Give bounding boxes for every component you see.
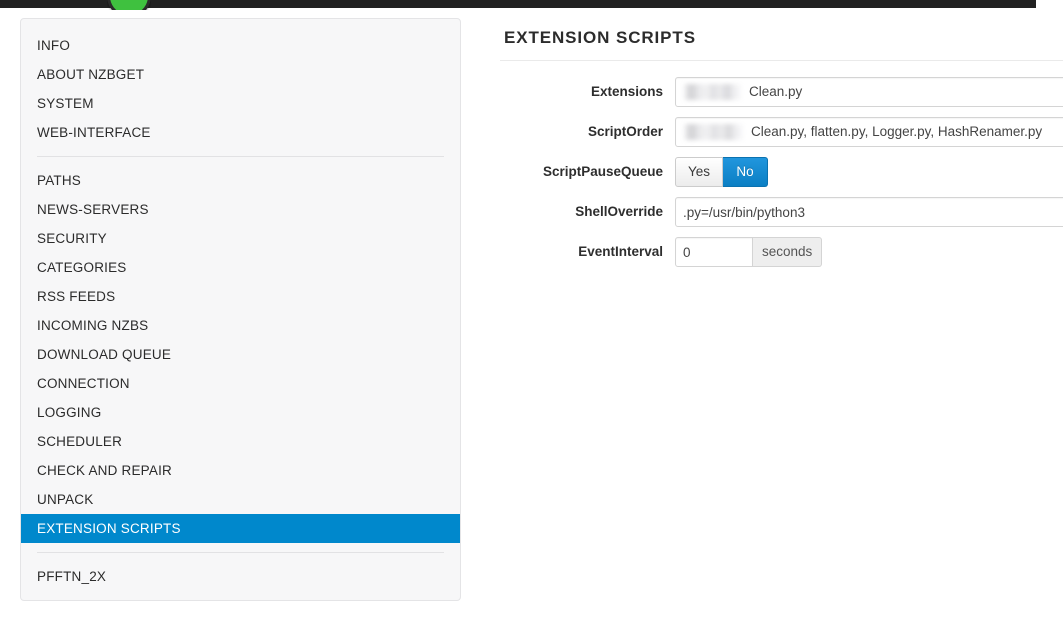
- sidebar-item-web-interface[interactable]: WEB-INTERFACE: [21, 118, 460, 147]
- extensions-input-value: Clean.py: [749, 84, 803, 99]
- script-order-input[interactable]: Clean.py, flatten.py, Logger.py, HashRen…: [675, 117, 1063, 147]
- sidebar-item-check-and-repair[interactable]: CHECK AND REPAIR: [21, 456, 460, 485]
- sidebar-link-pfftn-2x[interactable]: PFFTN_2X: [21, 562, 460, 591]
- sidebar-link-web-interface[interactable]: WEB-INTERFACE: [21, 118, 460, 147]
- shell-override-input[interactable]: [675, 197, 1063, 227]
- control-script-order: Clean.py, flatten.py, Logger.py, HashRen…: [675, 117, 1063, 147]
- label-extensions: Extensions: [590, 84, 663, 99]
- sidebar-item-unpack[interactable]: UNPACK: [21, 485, 460, 514]
- sidebar-link-connection[interactable]: CONNECTION: [21, 369, 460, 398]
- control-event-interval: seconds: [675, 237, 1063, 267]
- sidebar-link-rss-feeds[interactable]: RSS FEEDS: [21, 282, 460, 311]
- sidebar-link-incoming-nzbs[interactable]: INCOMING NZBS: [21, 311, 460, 340]
- sidebar-link-clean[interactable]: CLEAN: [21, 591, 460, 600]
- sidebar-item-logging[interactable]: LOGGING: [21, 398, 460, 427]
- sidebar-item-info[interactable]: INFO: [21, 31, 460, 60]
- sidebar-item-incoming-nzbs[interactable]: INCOMING NZBS: [21, 311, 460, 340]
- redacted-value-block: [683, 124, 745, 140]
- script-order-input-value: Clean.py, flatten.py, Logger.py, HashRen…: [751, 124, 1043, 139]
- settings-sidebar: INFO ABOUT NZBGET SYSTEM WEB-INTERFACE P…: [20, 18, 461, 601]
- sidebar-link-check-and-repair[interactable]: CHECK AND REPAIR: [21, 456, 460, 485]
- sidebar-link-unpack[interactable]: UNPACK: [21, 485, 460, 514]
- settings-page: INFO ABOUT NZBGET SYSTEM WEB-INTERFACE P…: [0, 0, 1063, 628]
- extensions-input[interactable]: Clean.py: [675, 77, 1063, 107]
- sidebar-item-scheduler[interactable]: SCHEDULER: [21, 427, 460, 456]
- sidebar-item-clean[interactable]: CLEAN: [21, 591, 460, 600]
- script-pause-queue-toggle: Yes No: [675, 157, 769, 187]
- sidebar-link-download-queue[interactable]: DOWNLOAD QUEUE: [21, 340, 460, 369]
- sidebar-link-paths[interactable]: PATHS: [21, 166, 460, 195]
- sidebar-link-extension-scripts[interactable]: EXTENSION SCRIPTS: [21, 514, 460, 543]
- sidebar-group-general: INFO ABOUT NZBGET SYSTEM WEB-INTERFACE P…: [21, 19, 460, 600]
- form-row-shell-override: ShellOverride: [500, 197, 1063, 227]
- label-script-order: ScriptOrder: [587, 124, 663, 139]
- control-shell-override: [675, 197, 1063, 227]
- sidebar-item-news-servers[interactable]: NEWS-SERVERS: [21, 195, 460, 224]
- settings-content: EXTENSION SCRIPTS Extensions Clean.py Sc…: [500, 18, 1063, 628]
- sidebar-item-extension-scripts[interactable]: EXTENSION SCRIPTS: [21, 514, 460, 543]
- form-row-event-interval: EventInterval seconds: [500, 237, 1063, 267]
- script-pause-queue-option-yes[interactable]: Yes: [675, 157, 724, 187]
- sidebar-link-system[interactable]: SYSTEM: [21, 89, 460, 118]
- sidebar-item-categories[interactable]: CATEGORIES: [21, 253, 460, 282]
- status-circle-green-icon: [107, 0, 151, 10]
- control-extensions: Clean.py: [675, 77, 1063, 107]
- form-row-extensions: Extensions Clean.py: [500, 77, 1063, 107]
- extension-scripts-form: Extensions Clean.py ScriptOrder Clean.py…: [500, 61, 1063, 267]
- form-row-script-order: ScriptOrder Clean.py, flatten.py, Logger…: [500, 117, 1063, 147]
- sidebar-divider-2: [21, 552, 460, 553]
- sidebar-item-rss-feeds[interactable]: RSS FEEDS: [21, 282, 460, 311]
- sidebar-link-about-nzbget[interactable]: ABOUT NZBGET: [21, 60, 460, 89]
- divider: [37, 552, 444, 553]
- sidebar-link-categories[interactable]: CATEGORIES: [21, 253, 460, 282]
- sidebar-item-about-nzbget[interactable]: ABOUT NZBGET: [21, 60, 460, 89]
- page-title: EXTENSION SCRIPTS: [504, 28, 696, 47]
- form-row-script-pause-queue: ScriptPauseQueue Yes No: [500, 157, 1063, 187]
- sidebar-item-download-queue[interactable]: DOWNLOAD QUEUE: [21, 340, 460, 369]
- sidebar-item-connection[interactable]: CONNECTION: [21, 369, 460, 398]
- sidebar-item-pfftn-2x[interactable]: PFFTN_2X: [21, 562, 460, 591]
- status-indicator[interactable]: [107, 0, 151, 10]
- control-script-pause-queue: Yes No: [675, 157, 1063, 187]
- redacted-value-block: [683, 84, 743, 100]
- label-script-pause-queue: ScriptPauseQueue: [542, 164, 663, 179]
- sidebar-link-news-servers[interactable]: NEWS-SERVERS: [21, 195, 460, 224]
- sidebar-link-info[interactable]: INFO: [21, 31, 460, 60]
- sidebar-link-logging[interactable]: LOGGING: [21, 398, 460, 427]
- sidebar-divider-1: [21, 156, 460, 157]
- sidebar-item-system[interactable]: SYSTEM: [21, 89, 460, 118]
- top-navbar: [0, 0, 1036, 8]
- divider: [37, 156, 444, 157]
- sidebar-link-scheduler[interactable]: SCHEDULER: [21, 427, 460, 456]
- script-pause-queue-option-no[interactable]: No: [723, 157, 769, 187]
- sidebar-item-security[interactable]: SECURITY: [21, 224, 460, 253]
- event-interval-input[interactable]: [675, 237, 753, 267]
- sidebar-link-security[interactable]: SECURITY: [21, 224, 460, 253]
- label-shell-override: ShellOverride: [575, 204, 663, 219]
- event-interval-unit: seconds: [753, 237, 823, 267]
- sidebar-item-paths[interactable]: PATHS: [21, 166, 460, 195]
- label-event-interval: EventInterval: [578, 244, 663, 259]
